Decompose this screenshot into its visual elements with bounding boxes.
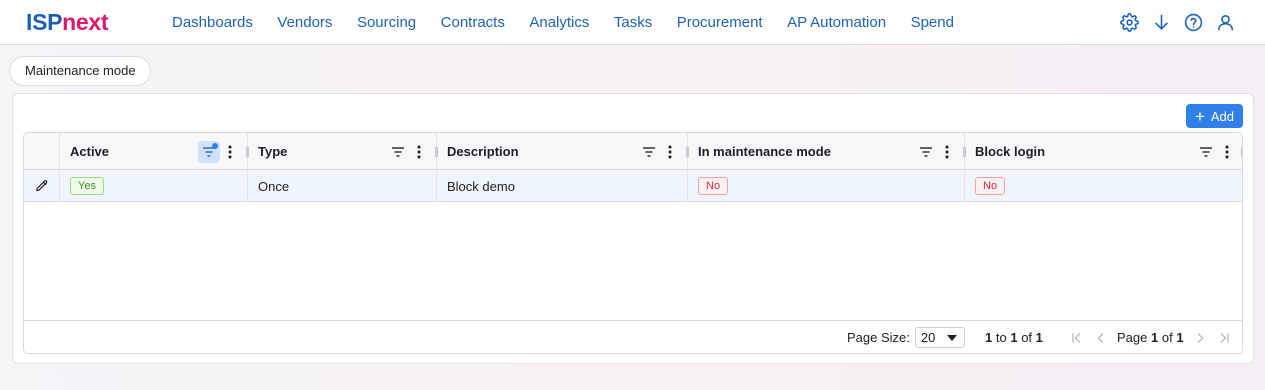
cell-block-login: No <box>965 170 1242 202</box>
column-menu-icon[interactable] <box>221 141 239 163</box>
nav-vendors[interactable]: Vendors <box>277 14 332 31</box>
next-page-icon[interactable] <box>1192 330 1208 346</box>
table-row[interactable]: Yes Once Block demo No No <box>24 170 1242 202</box>
maintenance-grid: Active Type Description In maintenance m… <box>23 132 1243 354</box>
header-in-maintenance-mode-label: In maintenance mode <box>698 144 831 159</box>
cell-active: Yes <box>60 170 248 202</box>
filter-icon[interactable] <box>198 140 220 163</box>
status-badge: Yes <box>70 177 104 195</box>
header-block-login[interactable]: Block login <box>965 133 1242 170</box>
column-menu-icon[interactable] <box>938 141 956 163</box>
maintenance-panel: + Add Active Type Description In mainten… <box>12 93 1254 364</box>
filter-active-indicator <box>212 142 218 149</box>
cell-type: Once <box>248 170 437 202</box>
filter-icon[interactable] <box>638 141 660 163</box>
header-type[interactable]: Type <box>248 133 438 170</box>
nav-procurement[interactable]: Procurement <box>677 14 763 31</box>
column-menu-icon[interactable] <box>410 141 428 163</box>
previous-page-icon[interactable] <box>1093 330 1109 346</box>
row-range-summary: 1 to 1 of 1 <box>985 321 1043 353</box>
status-badge: No <box>698 177 729 195</box>
download-icon[interactable] <box>1151 12 1171 32</box>
plus-icon: + <box>1194 106 1205 126</box>
column-resize-handle[interactable] <box>1241 147 1242 157</box>
filter-icon[interactable] <box>915 141 937 163</box>
page-count: 1 <box>1176 330 1184 345</box>
nav-dashboards[interactable]: Dashboards <box>172 14 253 31</box>
edit-cell <box>24 170 60 202</box>
nav-ap-automation[interactable]: AP Automation <box>787 14 886 31</box>
nav-analytics[interactable]: Analytics <box>529 14 589 31</box>
nav-tasks[interactable]: Tasks <box>614 14 652 31</box>
page-navigation: Page 1 of 1 <box>1069 321 1232 353</box>
last-page-icon[interactable] <box>1216 330 1232 346</box>
nav-contracts[interactable]: Contracts <box>441 14 505 31</box>
column-menu-icon[interactable] <box>661 141 679 163</box>
column-menu-icon[interactable] <box>1218 141 1236 163</box>
header-edit-column <box>24 133 60 170</box>
header-in-maintenance-mode[interactable]: In maintenance mode <box>688 133 966 170</box>
gear-icon[interactable] <box>1119 12 1139 32</box>
top-icon-group <box>1107 12 1235 32</box>
status-badge: No <box>975 177 1006 195</box>
range-from: 1 <box>985 330 993 345</box>
cell-description: Block demo <box>437 170 688 202</box>
maintenance-mode-chip[interactable]: Maintenance mode <box>9 56 151 86</box>
page-size-label: Page Size: <box>847 330 910 345</box>
caret-down-icon <box>946 335 957 341</box>
logo-part-isp: ISP <box>26 9 63 35</box>
current-page: 1 <box>1151 330 1159 345</box>
help-icon[interactable] <box>1183 12 1203 32</box>
first-page-icon[interactable] <box>1069 330 1085 346</box>
cell-in-maintenance-mode: No <box>688 170 965 202</box>
add-button-label: Add <box>1210 108 1235 124</box>
header-description[interactable]: Description <box>437 133 689 170</box>
header-active-label: Active <box>70 144 110 159</box>
page-size-control: Page Size: 20 <box>847 321 965 353</box>
pagination-bar: Page Size: 20 1 to 1 of 1 Page 1 of 1 <box>24 320 1242 353</box>
logo-part-next: next <box>62 9 109 35</box>
pencil-icon[interactable] <box>35 179 49 193</box>
ispnext-logo[interactable]: ISPnext <box>26 7 109 37</box>
page-size-select[interactable]: 20 <box>914 327 965 348</box>
filter-icon[interactable] <box>1195 141 1217 163</box>
filter-icon[interactable] <box>387 141 409 163</box>
header-type-label: Type <box>258 144 288 159</box>
grid-header: Active Type Description In maintenance m… <box>24 133 1242 170</box>
header-block-login-label: Block login <box>975 144 1046 159</box>
range-total: 1 <box>1035 330 1043 345</box>
header-active[interactable]: Active <box>60 133 249 170</box>
top-navigation-bar: ISPnext Dashboards Vendors Sourcing Cont… <box>0 0 1265 45</box>
page-word: Page <box>1117 330 1148 345</box>
page-size-value: 20 <box>920 330 936 345</box>
add-button[interactable]: + Add <box>1186 104 1243 128</box>
user-icon[interactable] <box>1215 12 1235 32</box>
page-of-word: of <box>1161 330 1173 345</box>
range-of-word: of <box>1021 330 1033 345</box>
range-to-word: to <box>995 330 1007 345</box>
range-to: 1 <box>1010 330 1018 345</box>
header-description-label: Description <box>447 144 519 159</box>
nav-spend[interactable]: Spend <box>911 14 954 31</box>
main-nav: Dashboards Vendors Sourcing Contracts An… <box>172 0 978 45</box>
nav-sourcing[interactable]: Sourcing <box>357 14 416 31</box>
